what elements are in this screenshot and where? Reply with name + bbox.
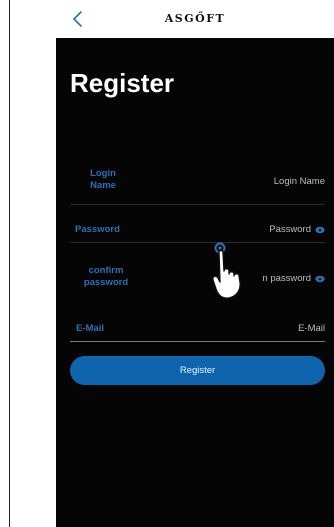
email-label: E-Mail: [76, 323, 104, 334]
confirm-password-row: confirm password n password: [70, 258, 325, 298]
tap-hand-icon: [212, 242, 241, 299]
email-input[interactable]: E-Mail: [298, 323, 325, 334]
eye-icon[interactable]: [315, 275, 325, 283]
eye-icon[interactable]: [315, 226, 325, 234]
login-name-input[interactable]: Login Name: [274, 176, 325, 187]
top-nav-bar: ASGŐFT: [56, 0, 334, 38]
confirm-password-input[interactable]: n password: [262, 273, 325, 284]
password-input[interactable]: Password: [269, 224, 325, 235]
email-row: E-Mail E-Mail: [70, 314, 325, 342]
password-label: Password: [75, 224, 120, 235]
login-name-row: Login Name Login Name: [70, 160, 325, 205]
page-title: Register: [70, 68, 175, 98]
left-divider: [9, 0, 10, 527]
brand-logo: ASGŐFT: [164, 12, 226, 25]
password-row: Password Password: [70, 216, 325, 243]
register-screen: Register Login Name Login Name Password …: [56, 38, 334, 527]
confirm-password-label: confirm password: [83, 265, 129, 288]
register-button[interactable]: Register: [70, 356, 325, 385]
login-name-label: Login Name: [90, 168, 116, 191]
